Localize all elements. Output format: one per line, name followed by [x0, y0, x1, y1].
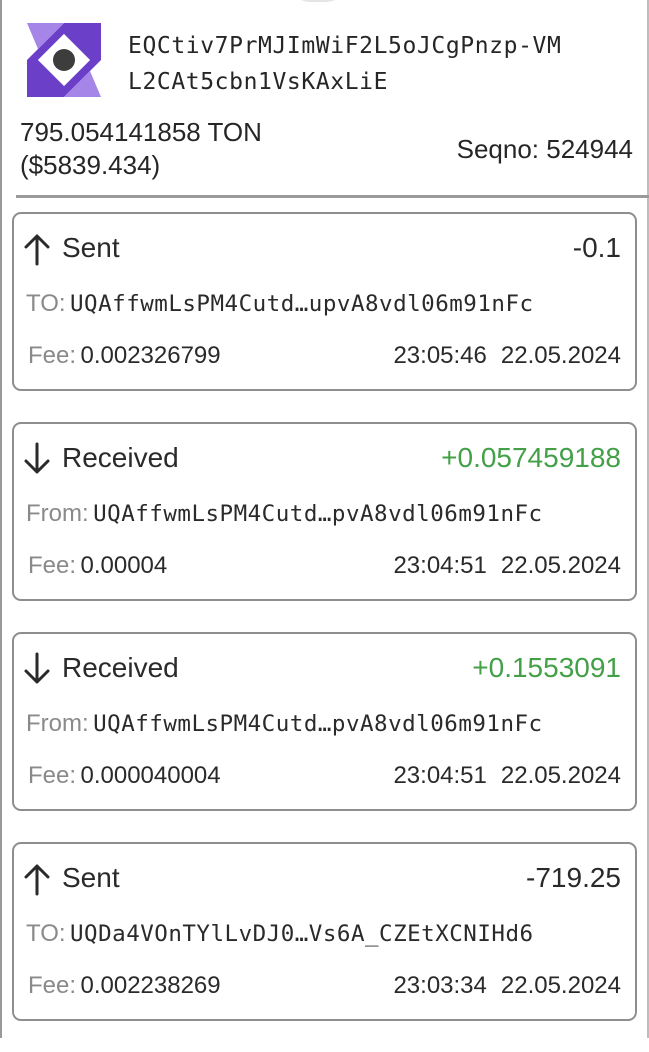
- transaction-party: TO: UQDa4VOnTYlLvDJ0…Vs6A_CZEtXCNIHd6: [26, 920, 534, 948]
- transaction-amount: -719.25: [526, 862, 621, 893]
- transaction-fee: Fee: 0.000040004: [28, 762, 221, 790]
- party-label: TO:: [26, 920, 66, 947]
- transaction-date: 22.05.2024: [500, 342, 621, 369]
- transaction-header: Received +0.057459188: [22, 440, 621, 476]
- transaction-card[interactable]: Received +0.1553091 From: UQAffwmLsPM4Cu…: [12, 632, 637, 811]
- party-address[interactable]: UQDa4VOnTYlLvDJ0…Vs6A_CZEtXCNIHd6: [70, 921, 534, 947]
- seqno-label: Seqno: 524944: [456, 134, 633, 164]
- wallet-address-line-2: L2CAt5cbn1VsKAxLiE: [128, 69, 389, 95]
- transaction-card[interactable]: Sent -0.1 TO: UQAffwmLsPM4Cutd…upvA8vdl0…: [12, 212, 637, 391]
- transaction-list: Sent -0.1 TO: UQAffwmLsPM4Cutd…upvA8vdl0…: [12, 212, 637, 1052]
- transaction-direction: Received: [62, 652, 179, 683]
- arrow-up-icon: [24, 864, 50, 896]
- transaction-card[interactable]: Received +0.057459188 From: UQAffwmLsPM4…: [12, 422, 637, 601]
- transaction-datetime: 23:04:51 22.05.2024: [393, 762, 621, 790]
- transaction-meta: Fee: 0.00004 23:04:51 22.05.2024: [28, 552, 621, 582]
- transaction-direction: Sent: [62, 232, 120, 263]
- transaction-meta: Fee: 0.002238269 23:03:34 22.05.2024: [28, 972, 621, 1002]
- fee-label: Fee:: [28, 342, 77, 369]
- ton-wallet-logo-icon: [27, 23, 101, 97]
- party-label: From:: [26, 500, 89, 527]
- header-divider: [16, 195, 649, 198]
- party-address[interactable]: UQAffwmLsPM4Cutd…upvA8vdl06m91nFc: [70, 291, 534, 317]
- transaction-header: Sent -719.25: [22, 860, 621, 896]
- wallet-header: EQCtiv7PrMJImWiF2L5oJCgPnzp-VM L2CAt5cbn…: [0, 0, 649, 198]
- party-address[interactable]: UQAffwmLsPM4Cutd…pvA8vdl06m91nFc: [93, 711, 542, 737]
- wallet-address[interactable]: EQCtiv7PrMJImWiF2L5oJCgPnzp-VM L2CAt5cbn…: [128, 28, 638, 100]
- transaction-time: 23:04:51: [393, 552, 487, 579]
- arrow-down-icon: [24, 652, 50, 684]
- balance-usd: ($5839.434): [20, 150, 161, 180]
- fee-value: 0.002238269: [80, 972, 221, 999]
- transaction-date: 22.05.2024: [500, 972, 621, 999]
- transaction-amount: +0.057459188: [441, 442, 621, 473]
- transaction-time: 23:04:51: [393, 762, 487, 789]
- transaction-datetime: 23:04:51 22.05.2024: [393, 552, 621, 580]
- transaction-date: 22.05.2024: [500, 552, 621, 579]
- transaction-datetime: 23:05:46 22.05.2024: [393, 342, 621, 370]
- transaction-card[interactable]: Sent -719.25 TO: UQDa4VOnTYlLvDJ0…Vs6A_C…: [12, 842, 637, 1021]
- transaction-party: TO: UQAffwmLsPM4Cutd…upvA8vdl06m91nFc: [26, 290, 534, 318]
- party-address[interactable]: UQAffwmLsPM4Cutd…pvA8vdl06m91nFc: [93, 501, 542, 527]
- transaction-party: From: UQAffwmLsPM4Cutd…pvA8vdl06m91nFc: [26, 500, 543, 528]
- transaction-amount: +0.1553091: [472, 652, 621, 683]
- transaction-direction: Sent: [62, 862, 120, 893]
- arrow-up-icon: [24, 234, 50, 266]
- fee-label: Fee:: [28, 762, 77, 789]
- transaction-direction: Received: [62, 442, 179, 473]
- transaction-fee: Fee: 0.002326799: [28, 342, 221, 370]
- wallet-address-line-1: EQCtiv7PrMJImWiF2L5oJCgPnzp-VM: [128, 33, 562, 59]
- party-label: TO:: [26, 290, 66, 317]
- transaction-fee: Fee: 0.00004: [28, 552, 167, 580]
- fee-value: 0.00004: [80, 552, 168, 579]
- transaction-header: Received +0.1553091: [22, 650, 621, 686]
- fee-value: 0.002326799: [80, 342, 221, 369]
- transaction-header: Sent -0.1: [22, 230, 621, 266]
- balance-ton: 795.054141858 TON: [20, 117, 262, 147]
- arrow-down-icon: [24, 442, 50, 474]
- transaction-party: From: UQAffwmLsPM4Cutd…pvA8vdl06m91nFc: [26, 710, 543, 738]
- transaction-amount: -0.1: [572, 232, 621, 263]
- transaction-time: 23:05:46: [393, 342, 487, 369]
- fee-label: Fee:: [28, 552, 77, 579]
- fee-value: 0.000040004: [80, 762, 221, 789]
- wallet-balance: 795.054141858 TON ($5839.434): [20, 116, 262, 182]
- fee-label: Fee:: [28, 972, 77, 999]
- transaction-time: 23:03:34: [393, 972, 487, 999]
- transaction-fee: Fee: 0.002238269: [28, 972, 221, 1000]
- party-label: From:: [26, 710, 89, 737]
- transaction-date: 22.05.2024: [500, 762, 621, 789]
- transaction-meta: Fee: 0.000040004 23:04:51 22.05.2024: [28, 762, 621, 792]
- transaction-datetime: 23:03:34 22.05.2024: [393, 972, 621, 1000]
- transaction-meta: Fee: 0.002326799 23:05:46 22.05.2024: [28, 342, 621, 372]
